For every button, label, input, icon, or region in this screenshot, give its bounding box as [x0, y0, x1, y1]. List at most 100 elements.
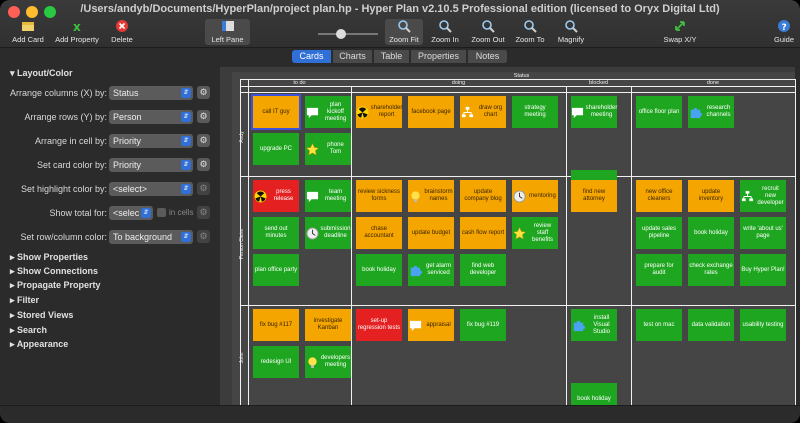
task-card[interactable]: fix bug #119	[460, 309, 506, 341]
card-title: call IT guy	[262, 108, 290, 115]
tab-cards[interactable]: Cards	[292, 50, 332, 63]
section-show-connections[interactable]: ▸ Show Connections	[10, 266, 98, 277]
guide-button[interactable]: ? Guide	[772, 19, 796, 44]
task-card[interactable]: check exchange rates	[688, 254, 734, 286]
task-card[interactable]: investigate Kanban	[305, 309, 351, 341]
task-card[interactable]: research channels	[688, 96, 734, 128]
task-card[interactable]: brainstorm names	[408, 180, 454, 212]
task-card[interactable]: plan office party	[253, 254, 299, 286]
section-stored-views[interactable]: ▸ Stored Views	[10, 310, 73, 321]
task-card[interactable]: Buy Hyper Plan!	[740, 254, 786, 286]
task-card[interactable]: data validation	[688, 309, 734, 341]
task-card[interactable]: prepare for audit	[636, 254, 682, 286]
arrange-columns-label: Arrange columns (X) by:	[9, 88, 107, 98]
magnify-button[interactable]: Magnify	[554, 19, 588, 44]
section-layout-color[interactable]: ▾ Layout/Color	[10, 68, 73, 79]
zoom-to-button[interactable]: Zoom To	[513, 19, 547, 44]
show-total-select[interactable]: <selec ⇵	[109, 206, 153, 220]
arrange-rows-select[interactable]: Person ⇵	[109, 110, 193, 124]
task-card[interactable]: find new attorney	[571, 180, 617, 212]
task-card[interactable]: get alarm serviced	[408, 254, 454, 286]
gear-icon[interactable]: ⚙	[197, 86, 210, 99]
task-card[interactable]: recruit new developer	[740, 180, 786, 212]
task-card[interactable]: review staff benefits	[512, 217, 558, 249]
in-cells-label: in cells	[169, 208, 194, 217]
task-card[interactable]: draw org chart	[460, 96, 506, 128]
section-show-properties[interactable]: ▸ Show Properties	[10, 252, 88, 263]
task-card[interactable]: find web developer	[460, 254, 506, 286]
tab-charts[interactable]: Charts	[333, 50, 373, 63]
task-card[interactable]: strategy meeting	[512, 96, 558, 128]
gear-icon[interactable]: ⚙	[197, 134, 210, 147]
task-card[interactable]: shareholder report	[356, 96, 402, 128]
gear-icon[interactable]: ⚙	[197, 230, 210, 243]
in-cells-checkbox[interactable]	[157, 208, 166, 217]
task-card[interactable]: redesign UI	[253, 346, 299, 378]
add-card-button[interactable]: Add Card	[8, 19, 48, 44]
task-card[interactable]: fix bug #117	[253, 309, 299, 341]
zoom-in-label: Zoom In	[431, 35, 459, 44]
card-title: facebook page	[411, 108, 451, 115]
task-card[interactable]: team meeting	[305, 180, 351, 212]
add-property-icon: x	[73, 20, 81, 33]
task-card[interactable]: mentoring	[512, 180, 558, 212]
zoom-out-button[interactable]: Zoom Out	[470, 19, 506, 44]
task-card[interactable]: book holiday	[688, 217, 734, 249]
task-card[interactable]: developers meeting	[305, 346, 351, 378]
task-card[interactable]: press release	[253, 180, 299, 212]
task-card[interactable]: shareholder meeting	[571, 96, 617, 128]
section-search[interactable]: ▸ Search	[10, 325, 47, 336]
task-card[interactable]: write 'about us' page	[740, 217, 786, 249]
gear-icon[interactable]: ⚙	[197, 110, 210, 123]
task-card[interactable]: cash flow report	[460, 217, 506, 249]
task-card[interactable]: review sickness forms	[356, 180, 402, 212]
gear-icon[interactable]: ⚙	[197, 206, 210, 219]
zoom-in-button[interactable]: Zoom In	[428, 19, 462, 44]
zoom-slider[interactable]	[318, 29, 378, 39]
tab-notes[interactable]: Notes	[468, 50, 508, 63]
add-property-button[interactable]: x Add Property	[53, 19, 101, 44]
task-card[interactable]: usability testing	[740, 309, 786, 341]
zoom-slider-thumb[interactable]	[336, 29, 346, 39]
section-layout-color-label: Layout/Color	[17, 68, 73, 78]
swap-xy-button[interactable]: Swap X/Y	[660, 19, 700, 44]
task-card[interactable]: test on mac	[636, 309, 682, 341]
section-propagate-property[interactable]: ▸ Propagate Property	[10, 280, 101, 291]
task-card[interactable]: office floor plan	[636, 96, 682, 128]
tab-properties[interactable]: Properties	[411, 50, 467, 63]
task-card[interactable]: call IT guy	[251, 94, 301, 130]
puzzle-icon	[409, 264, 422, 277]
highlight-color-select[interactable]: <select> ⇵	[109, 182, 193, 196]
card-grid[interactable]: Status to do doing blocked done Andy Person Cl…	[232, 72, 796, 415]
task-card[interactable]: set-up regression tests	[356, 309, 402, 341]
task-card[interactable]: install Visual Studio	[571, 309, 617, 341]
task-card[interactable]: submission deadline	[305, 217, 351, 249]
task-card[interactable]: new office cleaners	[636, 180, 682, 212]
card-title: usability testing	[742, 321, 784, 328]
grid-top-line	[240, 92, 795, 93]
task-card[interactable]: upgrade PC	[253, 133, 299, 165]
arrange-columns-select[interactable]: Status ⇵	[109, 86, 193, 100]
delete-button[interactable]: Delete	[106, 19, 138, 44]
gear-icon[interactable]: ⚙	[197, 182, 210, 195]
task-card[interactable]: phone Tom	[305, 133, 351, 165]
task-card[interactable]: update budget	[408, 217, 454, 249]
tab-table[interactable]: Table	[374, 50, 410, 63]
task-card[interactable]: appraisal	[408, 309, 454, 341]
gear-icon[interactable]: ⚙	[197, 158, 210, 171]
zoom-fit-button[interactable]: Zoom Fit	[385, 19, 423, 45]
left-pane-button[interactable]: Left Pane	[205, 19, 250, 45]
section-appearance[interactable]: ▸ Appearance	[10, 339, 68, 350]
task-card[interactable]: plan kickoff meeting	[305, 96, 351, 128]
row-column-color-select[interactable]: To background ⇵	[109, 230, 193, 244]
card-color-select[interactable]: Priority ⇵	[109, 158, 193, 172]
task-card[interactable]: book holiday	[356, 254, 402, 286]
arrange-cell-select[interactable]: Priority ⇵	[109, 134, 193, 148]
task-card[interactable]: facebook page	[408, 96, 454, 128]
section-filter[interactable]: ▸ Filter	[10, 295, 39, 306]
task-card[interactable]: update inventory	[688, 180, 734, 212]
task-card[interactable]: send out minutes	[253, 217, 299, 249]
task-card[interactable]: chase accountant	[356, 217, 402, 249]
task-card[interactable]: update sales pipeline	[636, 217, 682, 249]
task-card[interactable]: update company blog	[460, 180, 506, 212]
